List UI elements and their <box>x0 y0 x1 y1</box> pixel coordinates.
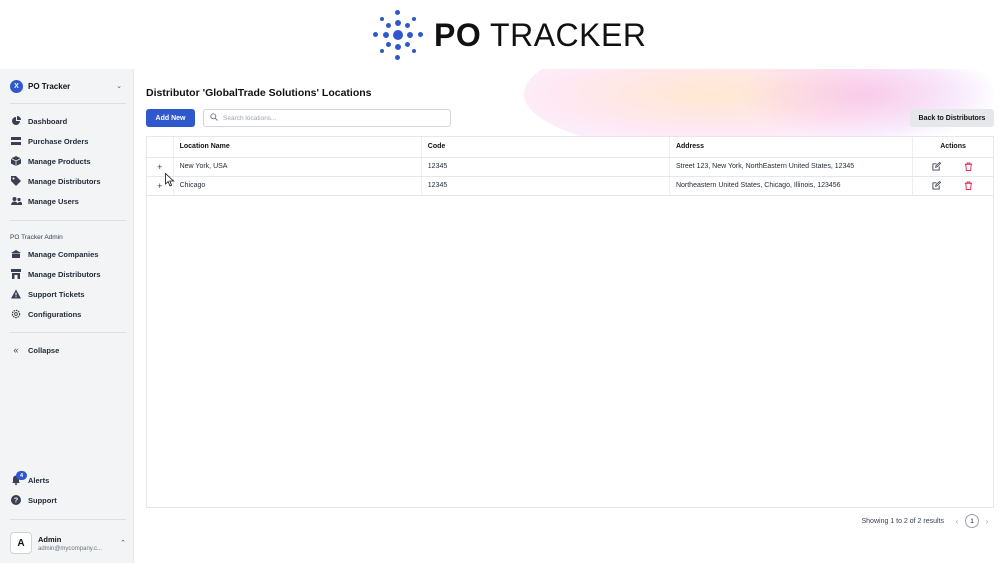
user-name: Admin <box>38 534 62 544</box>
user-email: admin@mycompany.c... <box>38 545 102 552</box>
svg-text:?: ? <box>14 498 18 505</box>
page-number-button[interactable]: 1 <box>965 514 979 528</box>
sidebar-item-label: Purchase Orders <box>28 136 89 146</box>
avatar: A <box>10 532 32 554</box>
sidebar-item-label: Configurations <box>28 309 82 319</box>
cell-location-name: Chicago <box>173 176 422 196</box>
plus-icon: + <box>157 161 163 172</box>
users-icon <box>10 195 22 207</box>
purchase-orders-icon <box>10 135 22 147</box>
brand-logo: PO TRACKER <box>372 9 646 61</box>
search-icon <box>210 113 218 123</box>
cell-code: 12345 <box>421 157 670 177</box>
sidebar-item-dashboard[interactable]: Dashboard <box>10 113 126 129</box>
header-actions: Actions <box>912 137 993 158</box>
prev-page-button[interactable]: ‹ <box>952 517 962 526</box>
results-summary: Showing 1 to 2 of 2 results <box>861 517 945 525</box>
page-title: Distributor 'GlobalTrade Solutions' Loca… <box>146 87 372 99</box>
org-switcher[interactable]: X PO Tracker ⌄ <box>10 78 122 94</box>
edit-icon[interactable] <box>932 180 942 191</box>
sidebar-divider <box>10 519 126 520</box>
sidebar-item-support-tickets[interactable]: Support Tickets <box>10 286 126 302</box>
org-name: PO Tracker <box>28 81 71 91</box>
back-to-distributors-button[interactable]: Back to Distributors <box>910 109 994 127</box>
brand-dots-icon <box>372 9 424 61</box>
box-icon <box>10 155 22 167</box>
sidebar-item-label: Manage Companies <box>28 249 99 259</box>
sidebar-divider <box>10 103 126 104</box>
cell-location-name: New York, USA <box>173 157 422 177</box>
sidebar-item-configurations[interactable]: Configurations <box>10 306 126 322</box>
collapse-button[interactable]: « Collapse <box>10 342 126 358</box>
chevrons-left-icon: « <box>13 345 19 355</box>
sidebar-divider <box>10 220 126 221</box>
pagination: Showing 1 to 2 of 2 results ‹ 1 › <box>862 514 993 528</box>
help-icon: ? <box>10 494 22 506</box>
sidebar-item-label: Manage Products <box>28 156 91 166</box>
cell-address: Northeastern United States, Chicago, Ill… <box>669 176 914 196</box>
admin-section-title: PO Tracker Admin <box>10 234 63 241</box>
sidebar-item-label: Support <box>28 495 57 505</box>
cell-code: 12345 <box>421 176 670 196</box>
cell-actions <box>912 157 993 177</box>
sidebar-item-support[interactable]: ? Support <box>10 492 126 508</box>
user-meta: Admin admin@mycompany.c... <box>38 535 120 552</box>
sidebar-item-label: Manage Distributors <box>28 176 101 186</box>
plus-icon: + <box>157 180 163 191</box>
sidebar-item-manage-companies[interactable]: Manage Companies <box>10 246 126 262</box>
collapse-label: Collapse <box>28 345 60 355</box>
table-header-row: Location Name Code Address Actions <box>147 137 993 158</box>
sidebar-item-manage-users[interactable]: Manage Users <box>10 193 126 209</box>
cell-address: Street 123, New York, NorthEastern Unite… <box>669 157 914 177</box>
header-expander <box>147 137 174 158</box>
sidebar: X PO Tracker ⌄ Dashboard Purchase Orders… <box>0 69 134 563</box>
brand-bar: PO TRACKER <box>0 0 1000 69</box>
store-icon <box>10 268 22 280</box>
chevron-down-icon: ⌄ <box>116 83 122 90</box>
sidebar-item-label: Dashboard <box>28 116 68 126</box>
table-row: + Chicago 12345 Northeastern United Stat… <box>147 176 993 196</box>
warning-icon <box>10 288 22 300</box>
sidebar-item-label: Manage Users <box>28 196 79 206</box>
sidebar-item-admin-distributors[interactable]: Manage Distributors <box>10 266 126 282</box>
sidebar-item-manage-distributors[interactable]: Manage Distributors <box>10 173 126 189</box>
main-content: Distributor 'GlobalTrade Solutions' Loca… <box>134 69 1000 563</box>
alerts-count-badge: 4 <box>16 471 27 480</box>
trash-icon[interactable] <box>964 180 974 191</box>
next-page-button[interactable]: › <box>982 517 992 526</box>
sidebar-item-alerts[interactable]: Alerts <box>10 472 126 488</box>
sidebar-item-manage-products[interactable]: Manage Products <box>10 153 126 169</box>
sidebar-item-label: Support Tickets <box>28 289 85 299</box>
sidebar-item-label: Manage Distributors <box>28 269 101 279</box>
header-address[interactable]: Address <box>669 137 914 158</box>
user-menu[interactable]: A Admin admin@mycompany.c... ⌃ <box>10 530 126 556</box>
chevron-up-icon: ⌃ <box>120 540 126 547</box>
search-box[interactable] <box>203 109 451 127</box>
header-code[interactable]: Code <box>421 137 670 158</box>
brand-name-light: TRACKER <box>490 16 647 53</box>
table-row: + New York, USA 12345 Street 123, New Yo… <box>147 157 993 177</box>
brand-name: PO TRACKER <box>434 17 646 54</box>
search-input[interactable] <box>223 114 443 122</box>
trash-icon[interactable] <box>964 161 974 172</box>
sidebar-divider <box>10 332 126 333</box>
org-badge: X <box>10 79 23 93</box>
gear-icon <box>10 308 22 320</box>
locations-table: Location Name Code Address Actions + New… <box>146 136 994 508</box>
add-new-button[interactable]: Add New <box>146 109 195 127</box>
header-location-name[interactable]: Location Name <box>173 137 422 158</box>
brand-name-bold: PO <box>434 16 482 53</box>
building-icon <box>10 248 22 260</box>
mouse-cursor-icon <box>165 172 175 187</box>
sidebar-item-purchase-orders[interactable]: Purchase Orders <box>10 133 126 149</box>
cell-actions <box>912 176 993 196</box>
dashboard-icon <box>10 115 22 127</box>
tag-icon <box>10 175 22 187</box>
sidebar-item-label: Alerts <box>28 475 50 485</box>
edit-icon[interactable] <box>932 161 942 172</box>
